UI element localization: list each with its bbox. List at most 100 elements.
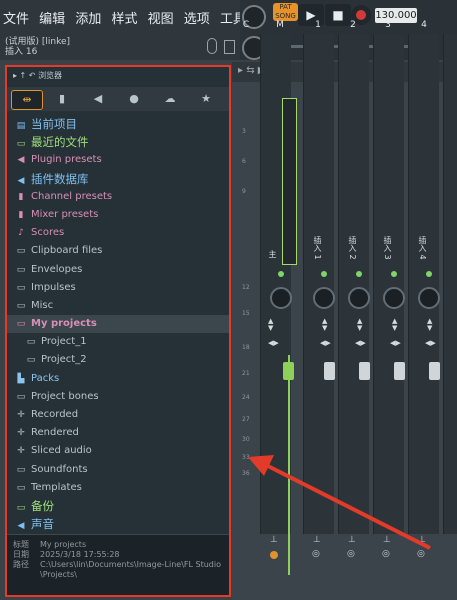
insert-label-1: 插入 1: [313, 236, 322, 260]
tab-all[interactable]: ⇹: [11, 90, 43, 110]
fx-icon-1[interactable]: ⊥: [313, 535, 321, 545]
browser-item[interactable]: ▭ Clipboard files: [7, 242, 229, 260]
insert-label-4: 插入 4: [418, 236, 427, 260]
browser-item[interactable]: ▭ Misc: [7, 297, 229, 315]
sliced-icon: ✛: [17, 446, 25, 457]
menu-add[interactable]: 添加: [75, 12, 101, 27]
tab-sounds[interactable]: ◀: [83, 90, 113, 108]
ruler-27: 27: [242, 416, 250, 423]
browser-item-label: Plugin presets: [31, 154, 102, 166]
browser-item[interactable]: ▭ Project_1: [7, 333, 229, 351]
browser-item[interactable]: ◀ Plugin presets: [7, 151, 229, 169]
mixer-strip-3[interactable]: [373, 34, 404, 534]
browser-item[interactable]: ◀ 插件数据库: [7, 170, 229, 188]
menu-options[interactable]: 选项: [184, 12, 210, 27]
mixer-strip-1[interactable]: [303, 34, 334, 534]
browser-item[interactable]: ▭ Templates: [7, 479, 229, 497]
tab-files[interactable]: ▮: [47, 90, 77, 108]
route-arrows-1[interactable]: ▲ ▼: [322, 318, 327, 332]
browser-item[interactable]: ▭ My projects: [7, 315, 229, 334]
pan-knob-1[interactable]: [313, 287, 335, 309]
browser-item[interactable]: ▭ Impulses: [7, 279, 229, 297]
menu-view[interactable]: 视图: [148, 12, 174, 27]
stereo-arrows-master[interactable]: ◀▶: [268, 340, 279, 347]
menu-patterns[interactable]: 样式: [111, 12, 137, 27]
menu-file[interactable]: 文件: [3, 12, 29, 27]
browser-item[interactable]: ✛ Recorded: [7, 406, 229, 424]
fader-track-master: [288, 355, 290, 575]
browser-item[interactable]: ▙ Packs: [7, 370, 229, 388]
browser-item[interactable]: ▭ Envelopes: [7, 261, 229, 279]
browser-item-label: 当前项目: [31, 117, 77, 131]
led-3[interactable]: [391, 271, 397, 277]
info-label-path: 路径: [13, 560, 29, 569]
browser-item[interactable]: ◀ 声音: [7, 515, 229, 533]
fx-icon-2[interactable]: ⊥: [348, 535, 356, 545]
menu-edit[interactable]: 编辑: [39, 12, 65, 27]
stereo-arrows-2[interactable]: ◀▶: [355, 340, 366, 347]
speaker-icon: ◀: [93, 92, 103, 105]
browser-item[interactable]: ▭ 备份: [7, 497, 229, 515]
folder-icon: ▭: [26, 337, 36, 348]
browser-item[interactable]: ✛ Sliced audio: [7, 442, 229, 460]
fx-icon-master[interactable]: ⊥: [270, 535, 278, 545]
mixer-strip-4[interactable]: [408, 34, 439, 534]
insert-label-2: 插入 2: [348, 236, 357, 260]
tab-online[interactable]: ●: [119, 90, 149, 108]
volume-fader-1[interactable]: [324, 362, 335, 380]
fx-icon-3[interactable]: ⊥: [383, 535, 391, 545]
stereo-arrows-1[interactable]: ◀▶: [320, 340, 331, 347]
stop-icon: ■: [332, 8, 344, 22]
send-knob-2[interactable]: ◎: [347, 549, 355, 559]
cloud-icon: ☁: [164, 92, 176, 105]
volume-fader-3[interactable]: [394, 362, 405, 380]
volume-fader-master[interactable]: [283, 362, 294, 380]
led-4[interactable]: [426, 271, 432, 277]
led-1[interactable]: [321, 271, 327, 277]
ruler-12: 12: [242, 284, 250, 291]
stereo-arrows-4[interactable]: ◀▶: [425, 340, 436, 347]
pat-song-toggle[interactable]: PAT SONG: [273, 3, 298, 21]
browser-item[interactable]: ▮ Mixer presets: [7, 206, 229, 224]
mouse-icon: [207, 38, 217, 54]
volume-fader-2[interactable]: [359, 362, 370, 380]
recorded-icon: ✛: [17, 410, 25, 420]
fx-icon-4[interactable]: ⊥: [418, 535, 426, 545]
pan-knob-master[interactable]: [270, 287, 292, 309]
browser-item[interactable]: ▤ 当前项目: [7, 115, 229, 133]
browser-item[interactable]: ▭ 最近的文件: [7, 133, 229, 151]
mixer-strip-5[interactable]: [443, 34, 457, 534]
browser-item-label: Project bones: [31, 390, 99, 402]
route-arrows-2[interactable]: ▲ ▼: [357, 318, 362, 332]
browser-item[interactable]: ♪ Scores: [7, 224, 229, 242]
pan-knob-2[interactable]: [348, 287, 370, 309]
send-knob-master[interactable]: [270, 551, 278, 559]
mixer-strip-2[interactable]: [338, 34, 369, 534]
status-line-trial: (试用版) [linke]: [5, 37, 71, 47]
arrow-icon[interactable]: ▸ ↑ ↶: [13, 71, 38, 80]
browser-item-label: Recorded: [31, 409, 79, 420]
led-2[interactable]: [356, 271, 362, 277]
tab-favorites[interactable]: ★: [191, 90, 221, 108]
send-knob-4[interactable]: ◎: [417, 549, 425, 559]
all-icon: ⇹: [22, 93, 32, 106]
tab-cloud[interactable]: ☁: [155, 90, 185, 108]
browser-item-label: My projects: [31, 318, 97, 330]
route-arrows-master[interactable]: ▲ ▼: [268, 318, 273, 332]
route-arrows-3[interactable]: ▲ ▼: [392, 318, 397, 332]
send-knob-3[interactable]: ◎: [382, 549, 390, 559]
route-arrows-4[interactable]: ▲ ▼: [427, 318, 432, 332]
browser-item[interactable]: ▭ Project_2: [7, 351, 229, 369]
db-ruler: 3 6 9 12 15 18 21 24 27 30 33 36: [238, 98, 254, 528]
led-master[interactable]: [278, 271, 284, 277]
pan-knob-3[interactable]: [383, 287, 405, 309]
send-knob-1[interactable]: ◎: [312, 549, 320, 559]
star-icon: ★: [201, 92, 211, 105]
browser-item[interactable]: ▮ Channel presets: [7, 188, 229, 206]
pan-knob-4[interactable]: [418, 287, 440, 309]
browser-item[interactable]: ✛ Rendered: [7, 424, 229, 442]
browser-item[interactable]: ▭ Soundfonts: [7, 461, 229, 479]
volume-fader-4[interactable]: [429, 362, 440, 380]
browser-item[interactable]: ▭ Project bones: [7, 388, 229, 406]
stereo-arrows-3[interactable]: ◀▶: [390, 340, 401, 347]
